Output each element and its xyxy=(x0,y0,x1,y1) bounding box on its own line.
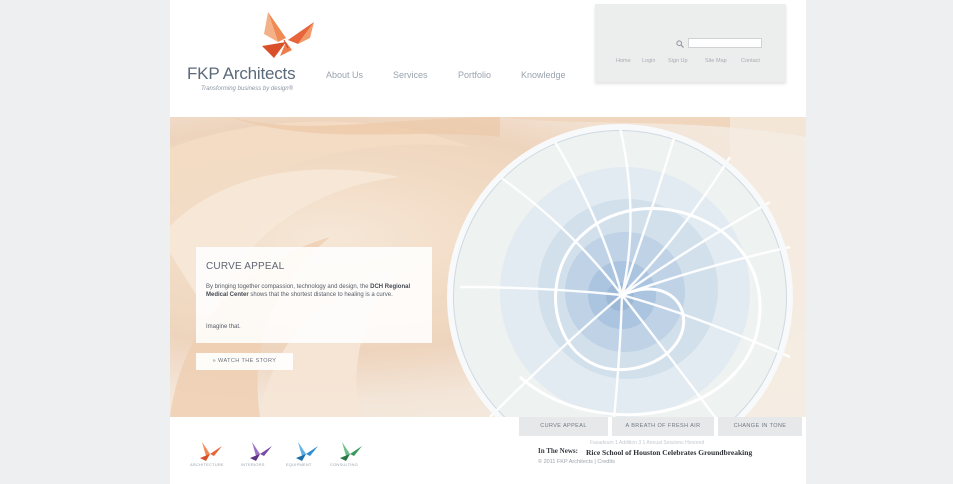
news-ticker-previous: Fasadeum 1 Addition 3 1 Annual Sessions … xyxy=(590,440,705,446)
brand-tagline: Transforming business by design® xyxy=(201,86,294,92)
util-link-sign-up[interactable]: Sign Up xyxy=(668,58,688,64)
interiors-icon[interactable] xyxy=(246,440,276,462)
feature-title: CURVE APPEAL xyxy=(206,261,285,272)
feature-description: By bringing together compassion, technol… xyxy=(206,284,411,299)
util-link-site-map[interactable]: Site Map xyxy=(705,58,727,64)
credits-link[interactable]: Credits xyxy=(597,459,614,465)
watch-story-button[interactable]: » WATCH THE STORY xyxy=(196,353,293,370)
tab-curve-appeal[interactable]: CURVE APPEAL xyxy=(519,417,608,436)
butterfly-logo-icon xyxy=(262,12,314,58)
nav-about-us[interactable]: About Us xyxy=(326,70,363,80)
consulting-icon[interactable] xyxy=(336,440,366,462)
util-link-contact[interactable]: Contact xyxy=(741,58,760,64)
equipment-icon[interactable] xyxy=(292,440,322,462)
architecture-icon[interactable] xyxy=(196,440,226,462)
tab-breath-of-fresh-air[interactable]: A BREATH OF FRESH AIR xyxy=(612,417,714,436)
nav-knowledge[interactable]: Knowledge xyxy=(521,70,566,80)
news-label: In The News: xyxy=(538,447,578,455)
feature-tagline: Imagine that. xyxy=(206,324,241,330)
brand-name[interactable]: FKP Architects xyxy=(187,64,296,84)
util-link-login[interactable]: Login xyxy=(642,58,655,64)
footer-copyright: © 2011 FKP Architects | Credits xyxy=(538,459,615,465)
nav-services[interactable]: Services xyxy=(393,70,428,80)
nav-portfolio[interactable]: Portfolio xyxy=(458,70,491,80)
util-link-home[interactable]: Home xyxy=(616,58,631,64)
category-label-consulting[interactable]: CONSULTING xyxy=(330,462,358,467)
search-input[interactable] xyxy=(688,38,762,48)
tab-change-in-tone[interactable]: CHANGE IN TONE xyxy=(718,417,802,436)
category-label-interiors[interactable]: INTERIORS xyxy=(241,462,265,467)
category-label-equipment[interactable]: EQUIPMENT xyxy=(286,462,312,467)
category-label-architecture[interactable]: ARCHITECTURE xyxy=(190,462,224,467)
news-headline-link[interactable]: Rice School of Houston Celebrates Ground… xyxy=(586,448,752,457)
search-icon[interactable] xyxy=(676,40,684,48)
